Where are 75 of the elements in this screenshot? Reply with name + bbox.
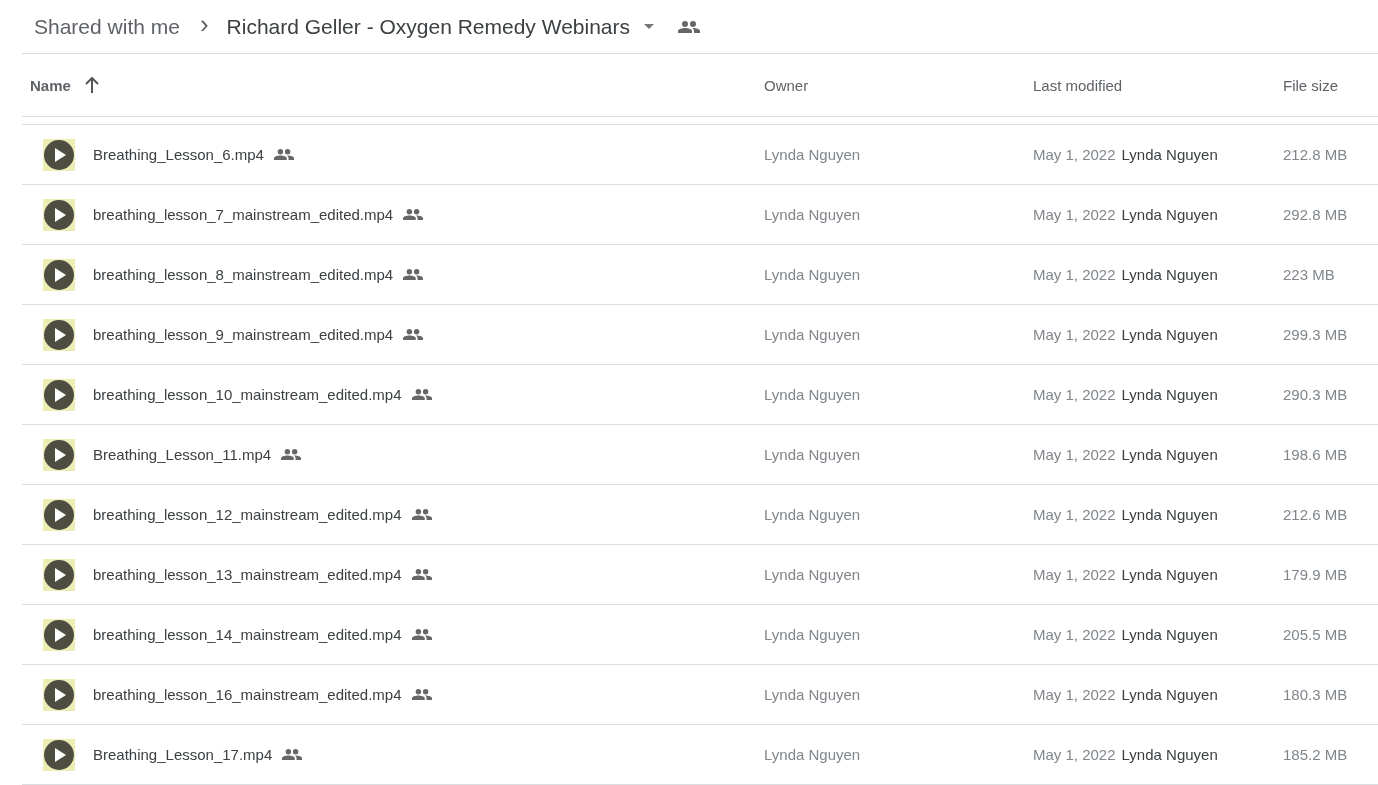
modified-date: May 1, 2022: [1033, 386, 1116, 403]
file-size: 179.9 MB: [1283, 566, 1348, 583]
owner-name: Lynda Nguyen: [764, 446, 861, 463]
owner-name: Lynda Nguyen: [764, 626, 861, 643]
caret-icon[interactable]: [644, 24, 654, 29]
file-size: 299.3 MB: [1283, 326, 1348, 343]
modified-by: Lynda Nguyen: [1121, 326, 1218, 343]
file-name[interactable]: Breathing_Lesson_17.mp4: [93, 746, 273, 763]
owner-name: Lynda Nguyen: [764, 506, 861, 523]
modified-by: Lynda Nguyen: [1121, 266, 1218, 283]
owner-name: Lynda Nguyen: [764, 326, 861, 343]
modified-date: May 1, 2022: [1033, 446, 1116, 463]
modified-date: May 1, 2022: [1033, 266, 1116, 283]
video-thumbnail: [43, 378, 75, 411]
file-name[interactable]: Breathing_Lesson_11.mp4: [93, 446, 272, 463]
modified-by: Lynda Nguyen: [1121, 626, 1218, 643]
owner-name: Lynda Nguyen: [764, 746, 861, 763]
file-name[interactable]: breathing_lesson_9_mainstream_edited.mp4: [93, 326, 394, 343]
modified-by: Lynda Nguyen: [1121, 746, 1218, 763]
modified-date: May 1, 2022: [1033, 146, 1116, 163]
modified-by: Lynda Nguyen: [1121, 386, 1218, 403]
modified-date: May 1, 2022: [1033, 326, 1116, 343]
video-thumbnail: [43, 558, 75, 591]
column-header[interactable]: Name: [30, 76, 71, 94]
sort-arrow-icon[interactable]: [84, 77, 99, 93]
video-thumbnail: [43, 738, 75, 771]
modified-date: May 1, 2022: [1033, 506, 1116, 523]
file-size: 185.2 MB: [1283, 746, 1348, 763]
breadcrumb-separator: ›: [199, 9, 209, 40]
modified-date: May 1, 2022: [1033, 626, 1116, 643]
file-name[interactable]: breathing_lesson_7_mainstream_edited.mp4: [93, 206, 394, 223]
file-size: 180.3 MB: [1283, 686, 1348, 703]
owner-name: Lynda Nguyen: [764, 146, 861, 163]
modified-by: Lynda Nguyen: [1121, 506, 1218, 523]
owner-name: Lynda Nguyen: [764, 386, 861, 403]
modified-date: May 1, 2022: [1033, 566, 1116, 583]
video-thumbnail: [43, 198, 75, 231]
file-size: 290.3 MB: [1283, 386, 1348, 403]
file-name[interactable]: Breathing_Lesson_6.mp4: [93, 146, 264, 163]
modified-by: Lynda Nguyen: [1121, 686, 1218, 703]
breadcrumb-link[interactable]: Shared with me: [34, 14, 180, 39]
video-thumbnail: [43, 318, 75, 351]
owner-name: Lynda Nguyen: [764, 206, 861, 223]
folder-title[interactable]: Richard Geller - Oxygen Remedy Webinars: [226, 14, 630, 39]
modified-by: Lynda Nguyen: [1121, 146, 1218, 163]
file-size: 205.5 MB: [1283, 626, 1348, 643]
owner-name: Lynda Nguyen: [764, 566, 861, 583]
video-thumbnail: [43, 438, 75, 471]
file-size: 212.8 MB: [1283, 146, 1348, 163]
video-thumbnail: [43, 138, 75, 171]
file-size: 198.6 MB: [1283, 446, 1348, 463]
file-name[interactable]: breathing_lesson_16_mainstream_edited.mp4: [93, 686, 402, 703]
file-name[interactable]: breathing_lesson_10_mainstream_edited.mp4: [93, 386, 402, 403]
modified-date: May 1, 2022: [1033, 206, 1116, 223]
file-name[interactable]: breathing_lesson_14_mainstream_edited.mp4: [93, 626, 402, 643]
owner-name: Lynda Nguyen: [764, 686, 861, 703]
modified-by: Lynda Nguyen: [1121, 206, 1218, 223]
video-thumbnail: [43, 678, 75, 711]
file-name[interactable]: breathing_lesson_8_mainstream_edited.mp4: [93, 266, 394, 283]
file-size: 292.8 MB: [1283, 206, 1348, 223]
column-header[interactable]: Last modified: [1033, 76, 1123, 94]
file-size: 212.6 MB: [1283, 506, 1348, 523]
column-header[interactable]: File size: [1283, 76, 1338, 94]
video-thumbnail: [43, 498, 75, 531]
column-header[interactable]: Owner: [764, 76, 809, 94]
file-name[interactable]: breathing_lesson_13_mainstream_edited.mp4: [93, 566, 402, 583]
file-name[interactable]: breathing_lesson_12_mainstream_edited.mp4: [93, 506, 402, 523]
modified-by: Lynda Nguyen: [1121, 446, 1218, 463]
modified-date: May 1, 2022: [1033, 686, 1116, 703]
modified-by: Lynda Nguyen: [1121, 566, 1218, 583]
modified-date: May 1, 2022: [1033, 746, 1116, 763]
file-size: 223 MB: [1283, 266, 1335, 283]
video-thumbnail: [43, 258, 75, 291]
owner-name: Lynda Nguyen: [764, 266, 861, 283]
video-thumbnail: [43, 618, 75, 651]
